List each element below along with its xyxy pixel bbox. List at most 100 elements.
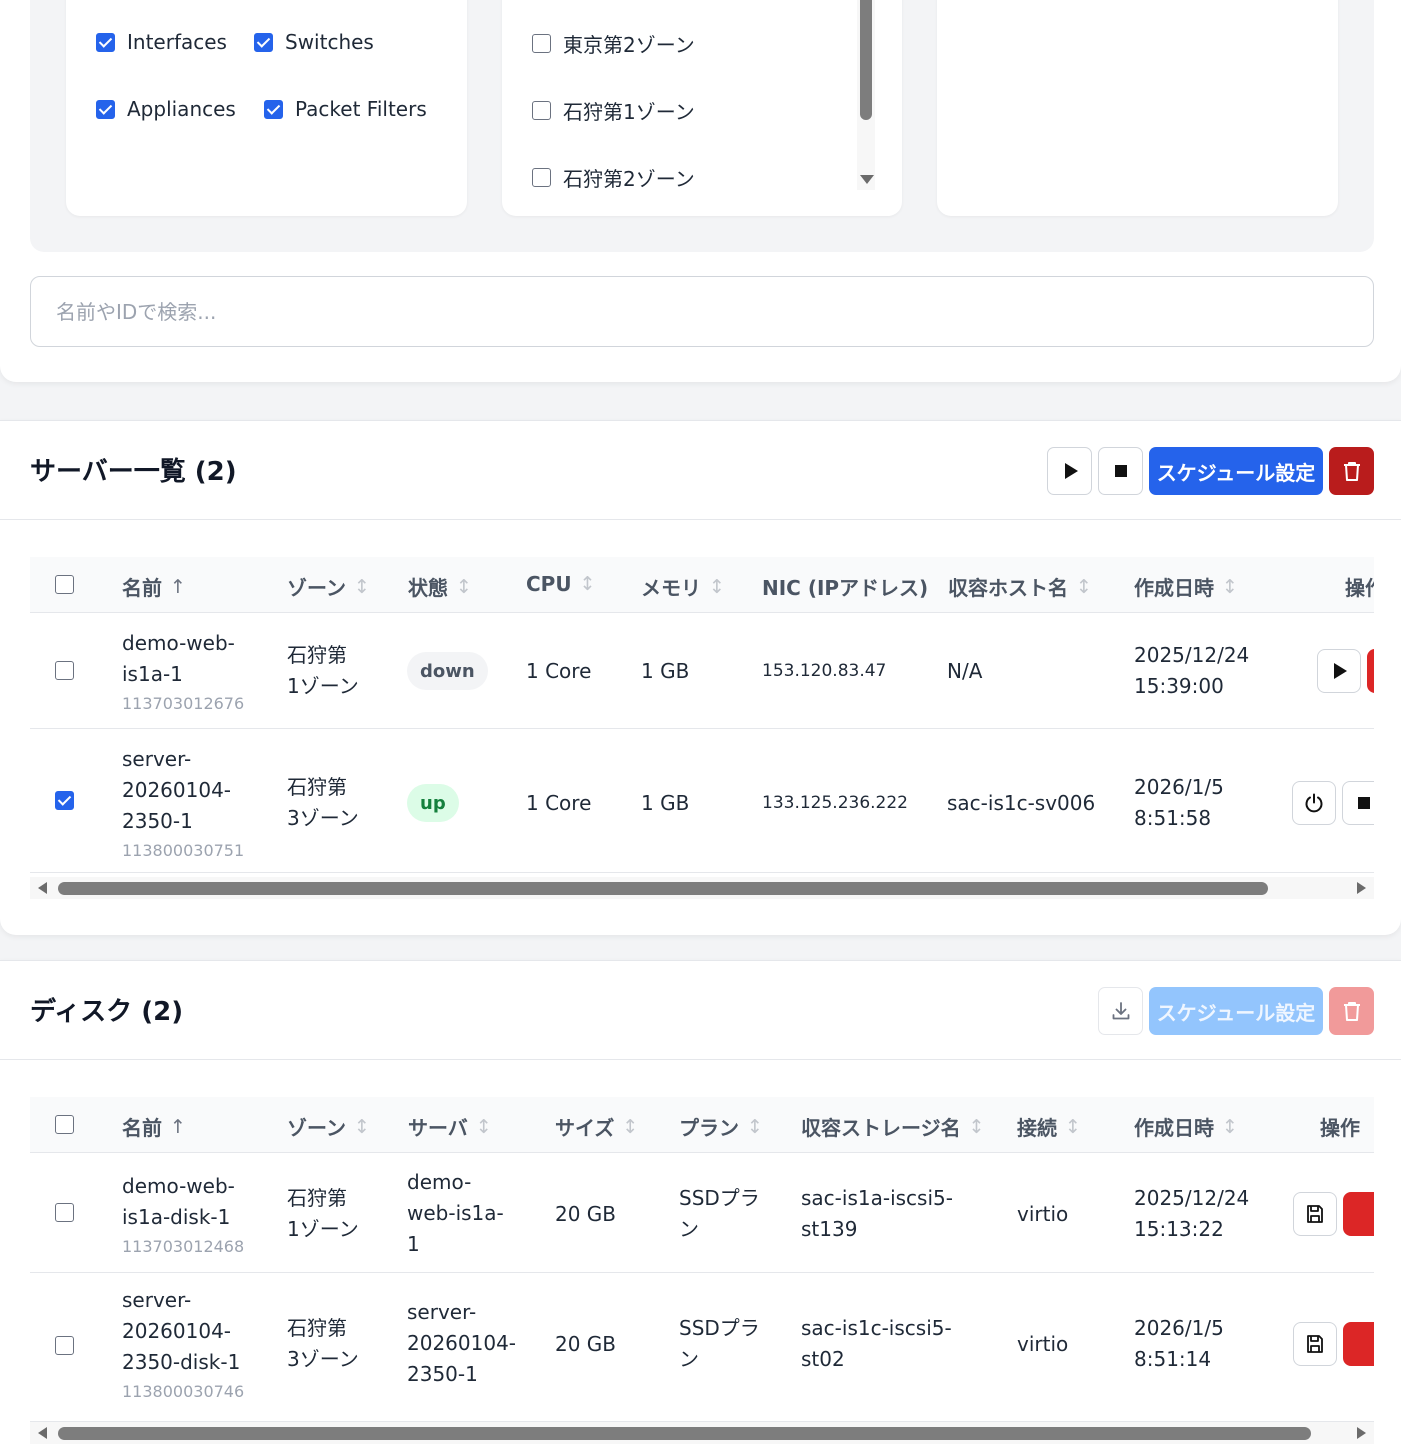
schedule-settings-button[interactable]: スケジュール設定 (1149, 987, 1323, 1035)
schedule-settings-button[interactable]: スケジュール設定 (1149, 447, 1323, 495)
time-line: 15:13:22 (1134, 1217, 1224, 1241)
zone-scrollbar-thumb[interactable] (860, 0, 872, 120)
shutdown-server-button[interactable] (1292, 781, 1336, 825)
checkbox[interactable] (532, 168, 551, 187)
column-label: サイズ (555, 1116, 615, 1140)
bulk-stop-button[interactable] (1098, 447, 1143, 495)
disk-size: 20 GB (555, 1332, 617, 1356)
scroll-right-arrow-icon[interactable] (1357, 882, 1366, 894)
checkbox[interactable] (96, 32, 115, 52)
column-header-name[interactable]: 名前 ↑ (122, 1112, 186, 1141)
sort-icon: ↕ (354, 575, 370, 598)
scroll-left-arrow-icon[interactable] (38, 1427, 47, 1439)
column-header-plan[interactable]: プラン ↕ (679, 1112, 763, 1141)
save-icon (1307, 1205, 1323, 1223)
disk-storage: sac-is1a-iscsi5- st139 (801, 1183, 953, 1245)
column-header-zone[interactable]: ゾーン ↕ (287, 572, 370, 601)
search-input[interactable] (30, 276, 1374, 347)
column-header-size[interactable]: サイズ ↕ (555, 1112, 638, 1141)
bulk-start-button[interactable] (1047, 447, 1092, 495)
bulk-delete-button[interactable] (1329, 447, 1374, 495)
scroll-down-arrow-icon[interactable] (860, 175, 874, 184)
column-header-memory[interactable]: メモリ ↕ (641, 572, 725, 601)
delete-disk-button[interactable] (1343, 1322, 1374, 1366)
column-label: ゾーン (287, 1116, 346, 1140)
column-label: プラン (679, 1116, 739, 1140)
column-header-created[interactable]: 作成日時 ↕ (1134, 1112, 1238, 1141)
server-memory: 1 GB (641, 659, 690, 683)
checkbox[interactable] (532, 101, 551, 120)
stop-server-button[interactable] (1342, 781, 1374, 825)
column-header-server[interactable]: サーバ ↕ (408, 1112, 492, 1141)
row-checkbox[interactable] (55, 661, 74, 680)
sort-icon: ↕ (579, 573, 596, 595)
sort-icon: ↕ (1222, 1115, 1238, 1138)
scroll-left-arrow-icon[interactable] (38, 882, 47, 894)
sort-icon: ↕ (747, 1115, 763, 1138)
name-line: 20260104- (122, 1319, 232, 1343)
column-header-zone[interactable]: ゾーン ↕ (287, 1112, 370, 1141)
table-row[interactable]: demo-web- is1a-1 113703012676 石狩第 1ゾーン d… (30, 613, 1374, 729)
checkbox[interactable] (532, 34, 551, 53)
disk-name: demo-web- is1a-disk-1 (122, 1171, 235, 1233)
filter-zone-is1b[interactable]: 石狩第2ゾーン (532, 163, 695, 192)
horizontal-scrollbar[interactable] (30, 877, 1374, 899)
date-line: 2025/12/24 (1134, 643, 1250, 667)
section-title: ディスク (2) (30, 997, 184, 1027)
bulk-delete-button[interactable] (1329, 987, 1374, 1035)
download-button[interactable] (1098, 987, 1143, 1035)
name-line: is1a-1 (122, 662, 183, 686)
filter-zone-tk1b[interactable]: 東京第2ゾーン (532, 29, 695, 58)
storage-line: sac-is1a-iscsi5- (801, 1186, 953, 1210)
scroll-right-arrow-icon[interactable] (1357, 1427, 1366, 1439)
delete-server-button[interactable] (1367, 649, 1374, 693)
disk-server: demo- web-is1a- 1 (407, 1167, 504, 1260)
column-label: サーバ (408, 1116, 468, 1140)
column-label: NIC (IPアドレス) (762, 576, 929, 600)
filter-zone-is1a[interactable]: 石狩第1ゾーン (532, 96, 695, 125)
date-line: 2025/12/24 (1134, 1186, 1250, 1210)
checkbox[interactable] (254, 32, 273, 52)
table-row[interactable]: server- 20260104- 2350-disk-1 1138000307… (30, 1273, 1374, 1422)
disk-plan: SSDプラ ン (679, 1313, 760, 1375)
zone-line: 石狩第 (287, 775, 347, 799)
server-name: demo-web- is1a-1 (122, 628, 235, 690)
column-label: 名前 (122, 576, 162, 600)
filter-type-interfaces[interactable]: Interfaces (96, 30, 227, 54)
column-header-connection[interactable]: 接続 ↕ (1017, 1112, 1081, 1141)
save-disk-button[interactable] (1293, 1322, 1337, 1366)
server-line: 2350-1 (407, 1362, 478, 1386)
column-header-storage[interactable]: 収容ストレージ名 ↕ (801, 1112, 985, 1141)
checkbox[interactable] (264, 99, 283, 119)
column-header-host[interactable]: 収容ホスト名 ↕ (948, 572, 1092, 601)
row-checkbox[interactable] (55, 1203, 74, 1222)
row-checkbox[interactable] (55, 791, 74, 810)
filter-type-switches[interactable]: Switches (254, 30, 374, 54)
row-checkbox[interactable] (55, 1336, 74, 1355)
column-label: 接続 (1017, 1116, 1057, 1140)
name-line: demo-web- (122, 631, 235, 655)
scrollbar-thumb[interactable] (58, 882, 1268, 895)
server-name: server- 20260104- 2350-1 (122, 744, 231, 837)
scrollbar-thumb[interactable] (58, 1427, 1311, 1440)
column-header-created[interactable]: 作成日時 ↕ (1134, 572, 1238, 601)
table-row[interactable]: demo-web- is1a-disk-1 113703012468 石狩第 1… (30, 1153, 1374, 1273)
column-label: 作成日時 (1134, 1116, 1214, 1140)
save-disk-button[interactable] (1293, 1192, 1337, 1236)
column-header-status[interactable]: 状態 ↕ (408, 572, 472, 601)
date-line: 2026/1/5 (1134, 775, 1224, 799)
start-server-button[interactable] (1317, 649, 1361, 693)
filter-type-packet-filters[interactable]: Packet Filters (264, 97, 427, 121)
select-all-checkbox[interactable] (55, 1115, 74, 1134)
table-row[interactable]: server- 20260104- 2350-1 113800030751 石狩… (30, 729, 1374, 873)
name-line: 2350-disk-1 (122, 1350, 241, 1374)
delete-disk-button[interactable] (1343, 1192, 1374, 1236)
select-all-checkbox[interactable] (55, 575, 74, 594)
checkbox[interactable] (96, 99, 115, 119)
horizontal-scrollbar[interactable] (30, 1422, 1374, 1444)
column-header-name[interactable]: 名前 ↑ (122, 572, 186, 601)
plan-line: SSDプラ (679, 1316, 760, 1340)
column-header-cpu[interactable]: CPU ↕ (526, 572, 596, 596)
sort-icon: ↕ (456, 575, 472, 598)
filter-type-appliances[interactable]: Appliances (96, 97, 236, 121)
